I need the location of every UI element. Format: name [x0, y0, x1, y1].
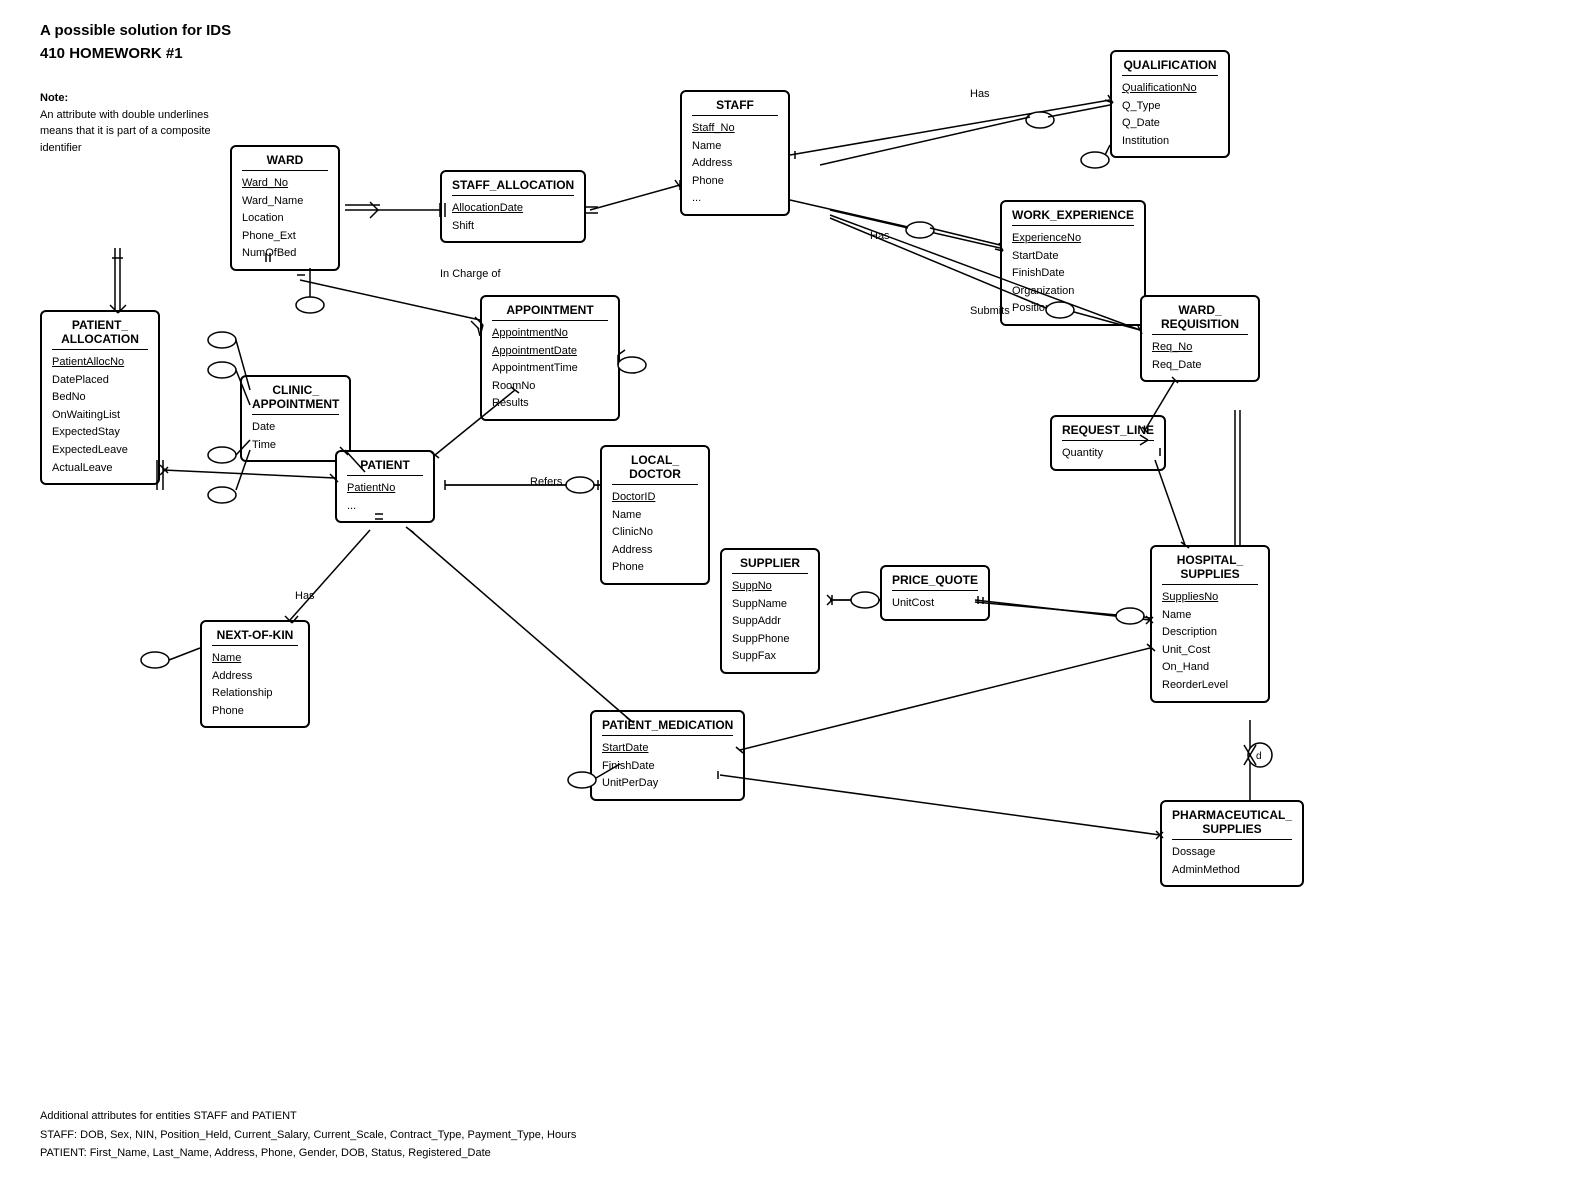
entity-supplier-title: SUPPLIER — [732, 556, 808, 574]
entity-request-line: REQUEST_LINE Quantity — [1050, 415, 1166, 471]
entity-patient-medication: PATIENT_MEDICATION StartDate FinishDate … — [590, 710, 745, 801]
entity-patient-allocation-title: PATIENT_ ALLOCATION — [52, 318, 148, 350]
entity-appointment-title: APPOINTMENT — [492, 303, 608, 321]
rel-has-work-experience: Has — [870, 230, 890, 242]
rel-submits: Submits — [970, 305, 1010, 317]
entity-hospital-supplies: HOSPITAL_ SUPPLIES SuppliesNo Name Descr… — [1150, 545, 1270, 703]
entity-patient-allocation: PATIENT_ ALLOCATION PatientAllocNo DateP… — [40, 310, 160, 485]
entity-work-experience-title: WORK_EXPERIENCE — [1012, 208, 1134, 226]
footer: Additional attributes for entities STAFF… — [40, 1107, 576, 1163]
entity-ward-requisition: WARD_ REQUISITION Req_No Req_Date — [1140, 295, 1260, 382]
svg-text:d: d — [1256, 751, 1262, 762]
entity-ward-requisition-title: WARD_ REQUISITION — [1152, 303, 1248, 335]
entity-ward-title: WARD — [242, 153, 328, 171]
entity-qualification-title: QUALIFICATION — [1122, 58, 1218, 76]
entity-request-line-title: REQUEST_LINE — [1062, 423, 1154, 441]
entity-pharmaceutical-supplies-title: PHARMACEUTICAL_ SUPPLIES — [1172, 808, 1292, 840]
entity-patient: PATIENT PatientNo ... — [335, 450, 435, 523]
entity-hospital-supplies-title: HOSPITAL_ SUPPLIES — [1162, 553, 1258, 585]
entity-staff-title: STAFF — [692, 98, 778, 116]
rel-has-qualification: Has — [970, 88, 990, 100]
entity-staff-allocation-title: STAFF_ALLOCATION — [452, 178, 574, 196]
note-block: Note: An attribute with double underline… — [40, 90, 220, 156]
page-title: A possible solution for IDS 410 HOMEWORK… — [40, 20, 231, 65]
rel-refers: Refers — [530, 476, 562, 488]
entity-price-quote: PRICE_QUOTE UnitCost — [880, 565, 990, 621]
entity-local-doctor-title: LOCAL_ DOCTOR — [612, 453, 698, 485]
entity-supplier: SUPPLIER SuppNo SuppName SuppAddr SuppPh… — [720, 548, 820, 674]
entity-price-quote-title: PRICE_QUOTE — [892, 573, 978, 591]
entity-work-experience: WORK_EXPERIENCE ExperienceNo StartDate F… — [1000, 200, 1146, 326]
entity-appointment: APPOINTMENT AppointmentNo AppointmentDat… — [480, 295, 620, 421]
entity-staff-allocation: STAFF_ALLOCATION AllocationDate Shift — [440, 170, 586, 243]
entity-next-of-kin: NEXT-OF-KIN Name Address Relationship Ph… — [200, 620, 310, 728]
entity-patient-title: PATIENT — [347, 458, 423, 476]
entity-ward: WARD Ward_No Ward_Name Location Phone_Ex… — [230, 145, 340, 271]
rel-in-charge-of: In Charge of — [440, 268, 501, 280]
entity-patient-medication-title: PATIENT_MEDICATION — [602, 718, 733, 736]
entity-local-doctor: LOCAL_ DOCTOR DoctorID Name ClinicNo Add… — [600, 445, 710, 585]
entity-qualification: QUALIFICATION QualificationNo Q_Type Q_D… — [1110, 50, 1230, 158]
entity-clinic-appointment-title: CLINIC_ APPOINTMENT — [252, 383, 339, 415]
entity-clinic-appointment: CLINIC_ APPOINTMENT Date Time — [240, 375, 351, 462]
rel-has-next-of-kin: Has — [295, 590, 315, 602]
entity-next-of-kin-title: NEXT-OF-KIN — [212, 628, 298, 646]
entity-pharmaceutical-supplies: PHARMACEUTICAL_ SUPPLIES Dossage AdminMe… — [1160, 800, 1304, 887]
entity-staff: STAFF Staff_No Name Address Phone ... — [680, 90, 790, 216]
